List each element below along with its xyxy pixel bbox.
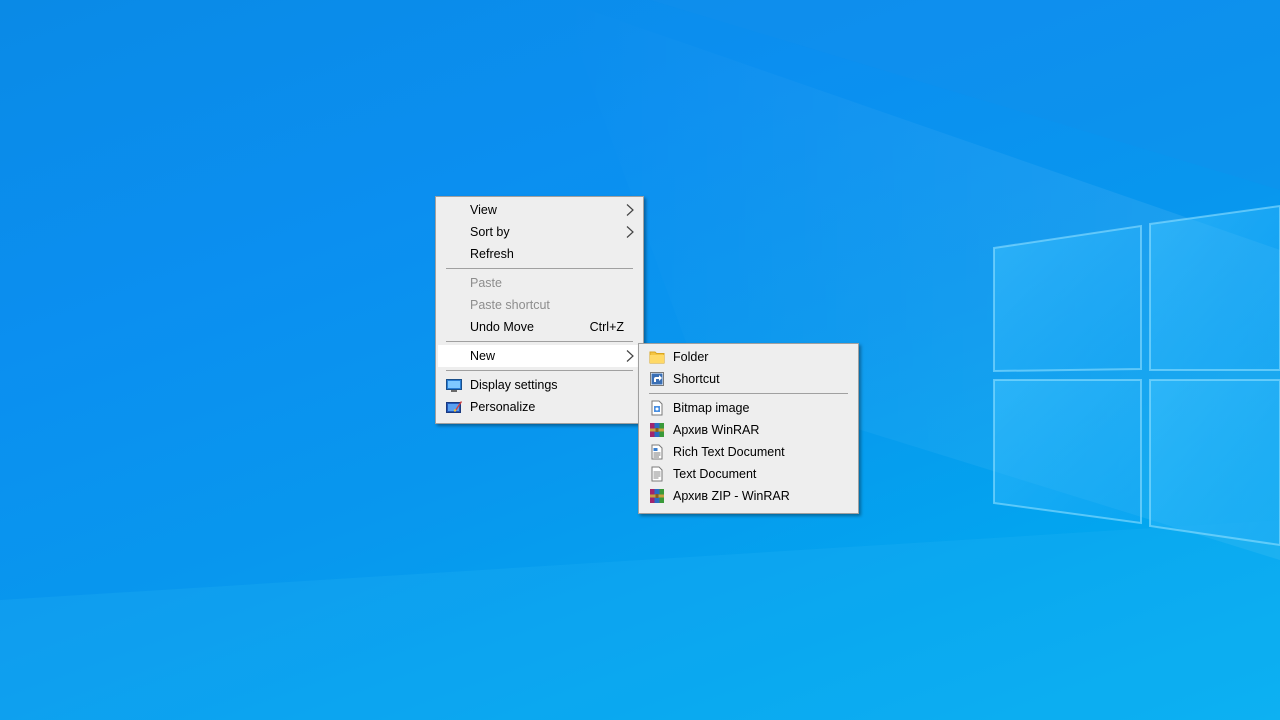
menu-item-paste: Paste xyxy=(436,272,643,294)
menu-item-view[interactable]: View xyxy=(436,199,643,221)
winrar-icon xyxy=(650,423,664,437)
submenu-item-winrar-zip-archive[interactable]: Архив ZIP - WinRAR xyxy=(639,485,858,507)
menu-item-label: New xyxy=(470,349,496,363)
menu-item-label: Refresh xyxy=(470,247,514,261)
desktop-context-menu: View Sort by Refresh Paste Paste shortcu… xyxy=(435,196,644,424)
new-submenu: Folder Shortcut Bitmap image Архив WinRA… xyxy=(638,343,859,514)
menu-item-display-settings[interactable]: Display settings xyxy=(436,374,643,396)
menu-item-label: Undo Move xyxy=(470,320,534,334)
bitmap-icon xyxy=(651,400,663,416)
menu-item-label: Paste xyxy=(470,276,502,290)
keyboard-shortcut: Ctrl+Z xyxy=(589,320,624,334)
menu-item-new[interactable]: New xyxy=(438,345,641,367)
menu-separator xyxy=(446,370,633,371)
text-document-icon xyxy=(651,466,663,482)
menu-item-label: Display settings xyxy=(470,378,558,392)
menu-item-paste-shortcut: Paste shortcut xyxy=(436,294,643,316)
chevron-right-icon xyxy=(626,350,634,362)
menu-item-label: Paste shortcut xyxy=(470,298,550,312)
submenu-item-text-document[interactable]: Text Document xyxy=(639,463,858,485)
submenu-item-label: Text Document xyxy=(673,467,757,481)
menu-item-sort-by[interactable]: Sort by xyxy=(436,221,643,243)
menu-item-label: Sort by xyxy=(470,225,510,239)
menu-separator xyxy=(446,268,633,269)
submenu-item-rich-text-document[interactable]: Rich Text Document xyxy=(639,441,858,463)
menu-separator xyxy=(446,341,633,342)
shortcut-icon xyxy=(650,372,664,386)
submenu-item-label: Архив ZIP - WinRAR xyxy=(673,489,790,503)
winrar-zip-icon xyxy=(650,489,664,503)
menu-item-refresh[interactable]: Refresh xyxy=(436,243,643,265)
submenu-item-label: Rich Text Document xyxy=(673,445,785,459)
submenu-item-label: Shortcut xyxy=(673,372,720,386)
submenu-item-label: Bitmap image xyxy=(673,401,750,415)
chevron-right-icon xyxy=(626,204,634,216)
submenu-item-label: Folder xyxy=(673,350,709,364)
submenu-item-folder[interactable]: Folder xyxy=(639,346,858,368)
personalize-icon xyxy=(446,401,462,413)
menu-item-personalize[interactable]: Personalize xyxy=(436,396,643,418)
submenu-item-winrar-archive[interactable]: Архив WinRAR xyxy=(639,419,858,441)
submenu-item-label: Архив WinRAR xyxy=(673,423,760,437)
desktop-background[interactable]: View Sort by Refresh Paste Paste shortcu… xyxy=(0,0,1280,720)
submenu-item-bitmap-image[interactable]: Bitmap image xyxy=(639,397,858,419)
menu-item-label: Personalize xyxy=(470,400,536,414)
menu-separator xyxy=(649,393,848,394)
display-icon xyxy=(446,379,462,392)
menu-item-undo-move[interactable]: Undo Move Ctrl+Z xyxy=(436,316,643,338)
folder-icon xyxy=(649,351,665,364)
menu-item-label: View xyxy=(470,203,497,217)
chevron-right-icon xyxy=(626,226,634,238)
rich-text-icon xyxy=(651,444,663,460)
submenu-item-shortcut[interactable]: Shortcut xyxy=(639,368,858,390)
